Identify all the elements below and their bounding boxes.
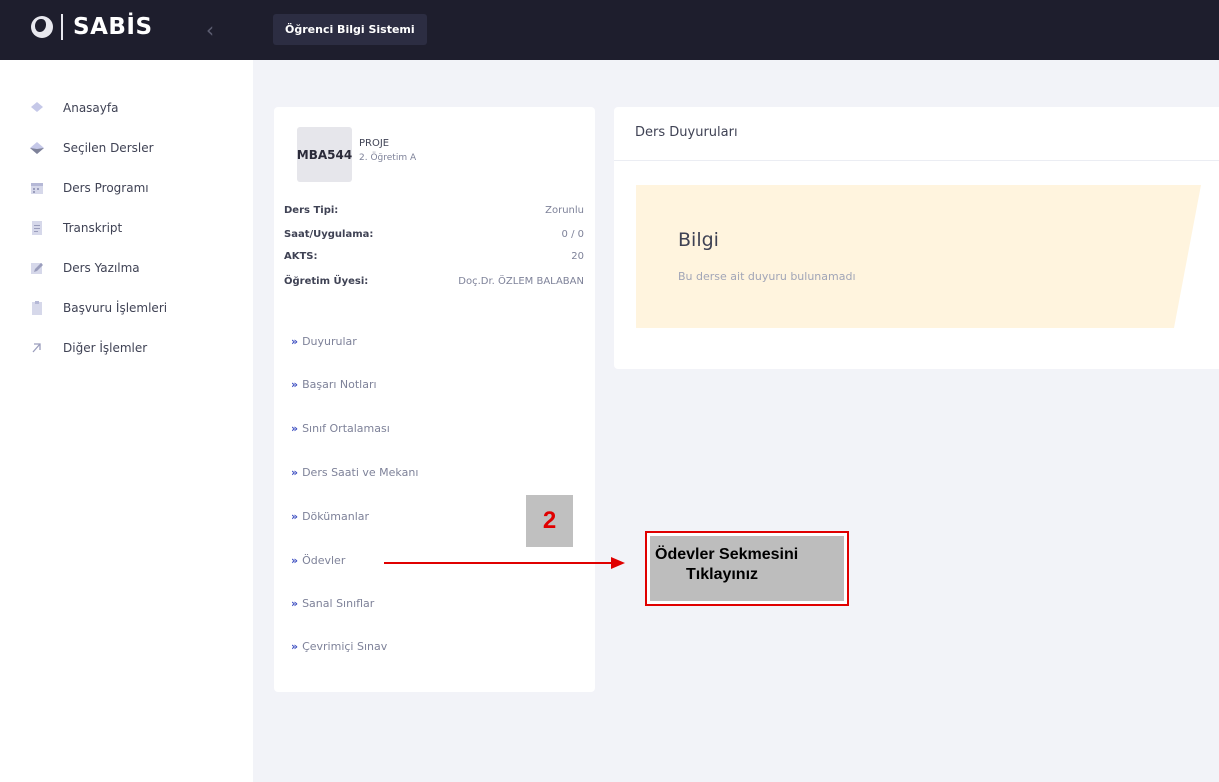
course-card: MBA544 PROJE 2. Öğretim A Ders Tipi: Zor… <box>274 107 595 692</box>
course-menu-ders-saati[interactable]: ›› Ders Saati ve Mekanı <box>291 464 418 480</box>
sidebar-item-label: Anasayfa <box>63 101 119 115</box>
info-heading: Bilgi <box>678 229 719 251</box>
announcements-card: Ders Duyuruları Bilgi Bu derse ait duyur… <box>614 107 1219 369</box>
course-section: 2. Öğretim A <box>359 153 417 163</box>
brand-name: SABİS <box>73 14 153 40</box>
sidebar-item-anasayfa[interactable]: Anasayfa <box>29 98 118 118</box>
info-value: Zorunlu <box>545 205 584 216</box>
chevron-double-right-icon: ›› <box>291 596 298 610</box>
chevron-double-right-icon: ›› <box>291 377 298 391</box>
announcements-header: Ders Duyuruları <box>614 107 1219 161</box>
calendar-icon <box>29 180 45 196</box>
chevron-double-right-icon: ›› <box>291 639 298 653</box>
info-value: 20 <box>571 251 584 262</box>
course-menu-duyurular[interactable]: ›› Duyurular <box>291 333 357 349</box>
chevron-double-right-icon: ›› <box>291 553 298 567</box>
clipboard-icon <box>29 300 45 316</box>
info-label: Saat/Uygulama: <box>284 229 374 240</box>
sidebar-item-label: Başvuru İşlemleri <box>63 301 168 315</box>
info-label: Ders Tipi: <box>284 205 339 216</box>
top-bar: SABİS ‹‹ Öğrenci Bilgi Sistemi <box>0 0 1219 60</box>
arrow-up-right-icon <box>29 340 45 356</box>
instruction-callout: Ödevler Sekmesini Tıklayınız <box>645 531 849 606</box>
info-row-akts: AKTS: 20 <box>284 251 584 265</box>
course-menu-label: Çevrimiçi Sınav <box>302 639 388 653</box>
callout-body: Ödevler Sekmesini Tıklayınız <box>650 536 844 601</box>
sidebar-item-diger-islemler[interactable]: Diğer İşlemler <box>29 338 147 358</box>
course-menu-label: Sınıf Ortalaması <box>302 421 390 435</box>
info-row-saat: Saat/Uygulama: 0 / 0 <box>284 229 584 243</box>
sidebar: Anasayfa Seçilen Dersler Ders Programı T… <box>0 60 253 782</box>
course-code: MBA544 <box>297 127 352 182</box>
course-menu-cevrimici-sinav[interactable]: ›› Çevrimiçi Sınav <box>291 638 387 654</box>
chevron-double-right-icon: ›› <box>291 334 298 348</box>
course-menu-label: Sanal Sınıflar <box>302 596 375 610</box>
sidebar-item-secilen-dersler[interactable]: Seçilen Dersler <box>29 138 154 158</box>
pencil-icon <box>29 260 45 276</box>
sidebar-item-ders-yazilma[interactable]: Ders Yazılma <box>29 258 140 278</box>
sidebar-item-transkript[interactable]: Transkript <box>29 218 122 238</box>
chevron-double-right-icon: ›› <box>291 421 298 435</box>
info-value: Doç.Dr. ÖZLEM BALABAN <box>458 276 584 287</box>
chevron-double-right-icon: ›› <box>291 465 298 479</box>
course-menu-label: Başarı Notları <box>302 377 377 391</box>
sidebar-item-label: Seçilen Dersler <box>63 141 154 155</box>
document-icon <box>29 220 45 236</box>
course-name: PROJE <box>359 138 390 149</box>
sidebar-item-label: Diğer İşlemler <box>63 341 148 355</box>
alert-decoration <box>1174 185 1219 328</box>
logo-divider <box>61 14 63 40</box>
info-message: Bu derse ait duyuru bulunamadı <box>678 270 856 283</box>
course-menu-sinif-ortalamasi[interactable]: ›› Sınıf Ortalaması <box>291 420 390 436</box>
course-menu-sanal-siniflar[interactable]: ›› Sanal Sınıflar <box>291 595 374 611</box>
globe-icon <box>31 16 53 38</box>
info-alert: Bilgi Bu derse ait duyuru bulunamadı <box>636 185 1219 328</box>
diamond-icon <box>29 100 45 116</box>
course-menu-label: Ödevler <box>302 553 346 567</box>
layers-icon <box>29 140 45 156</box>
step-number-badge: 2 <box>526 495 573 547</box>
sidebar-item-label: Ders Yazılma <box>63 261 140 275</box>
sidebar-item-basvuru-islemleri[interactable]: Başvuru İşlemleri <box>29 298 167 318</box>
sidebar-item-label: Ders Programı <box>63 181 149 195</box>
callout-line-1: Ödevler Sekmesini <box>655 546 799 563</box>
info-row-ders-tipi: Ders Tipi: Zorunlu <box>284 205 584 219</box>
course-menu-label: Duyurular <box>302 334 357 348</box>
course-menu-dokumanlar[interactable]: ›› Dökümanlar <box>291 508 369 524</box>
course-menu-label: Dökümanlar <box>302 509 370 523</box>
sidebar-item-ders-programi[interactable]: Ders Programı <box>29 178 149 198</box>
course-menu-label: Ders Saati ve Mekanı <box>302 465 419 479</box>
callout-line-2: Tıklayınız <box>686 566 759 583</box>
chevron-double-right-icon: ›› <box>291 509 298 523</box>
annotation-arrow-line <box>384 562 614 564</box>
course-menu-basari-notlari[interactable]: ›› Başarı Notları <box>291 376 377 392</box>
sabis-logo[interactable]: SABİS <box>31 14 153 40</box>
info-value: 0 / 0 <box>561 229 584 240</box>
course-menu-odevler[interactable]: ›› Ödevler <box>291 552 345 568</box>
info-label: AKTS: <box>284 251 318 262</box>
sidebar-item-label: Transkript <box>63 221 123 235</box>
system-name-button[interactable]: Öğrenci Bilgi Sistemi <box>273 14 427 45</box>
arrow-right-icon <box>611 557 625 569</box>
announcements-title: Ders Duyuruları <box>635 125 738 140</box>
info-label: Öğretim Üyesi: <box>284 276 369 287</box>
info-row-ogretim-uyesi: Öğretim Üyesi: Doç.Dr. ÖZLEM BALABAN <box>284 276 584 290</box>
